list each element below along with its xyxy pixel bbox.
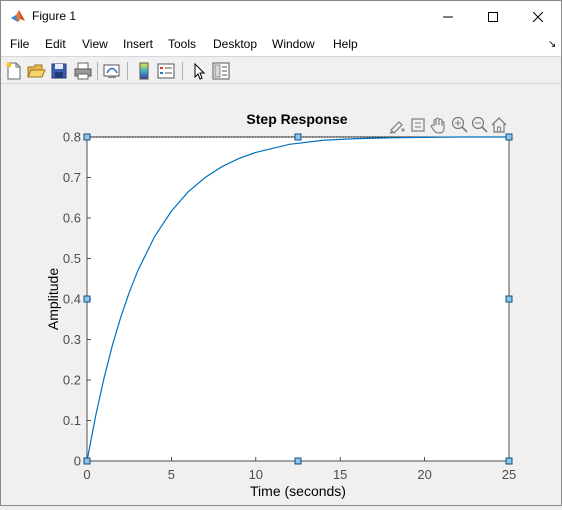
selection-handle[interactable] [83,457,91,465]
selection-handle[interactable] [294,133,302,141]
selection-handle[interactable] [505,457,513,465]
menu-file[interactable]: File [10,37,29,51]
axes-toolbar [389,116,507,134]
new-figure-icon[interactable] [4,61,24,81]
y-tick-label: 0.6 [63,211,81,226]
window-title: Figure 1 [32,9,77,23]
menu-help[interactable]: Help [333,37,358,51]
y-tick-label: 0.2 [63,373,81,388]
y-tick-label: 0 [74,454,81,469]
axes-box[interactable] [86,136,510,462]
datatip-icon[interactable] [411,118,425,132]
x-tick-label: 10 [249,467,263,482]
zoom-out-icon[interactable] [471,116,488,133]
figure-canvas: 0 5 10 15 20 25 0 0.1 0.2 0.3 0.4 0.5 0.6 0.7 0.8 Step… [1,85,561,505]
selection-handle[interactable] [83,295,91,303]
menu-tools[interactable]: Tools [168,37,196,51]
title-bar: Figure 1 [1,1,561,32]
toolbar-separator [97,62,98,80]
link-plot-icon[interactable] [102,61,122,81]
maximize-button[interactable] [470,1,516,32]
x-tick-label: 15 [333,467,347,482]
menu-edit[interactable]: Edit [45,37,66,51]
selection-handle[interactable] [505,133,513,141]
pan-icon[interactable] [430,117,445,134]
minimize-button[interactable] [425,1,471,32]
x-tick-label: 25 [502,467,516,482]
menu-view[interactable]: View [82,37,108,51]
zoom-in-icon[interactable] [451,116,468,133]
toolbar-separator [127,62,128,80]
selection-handle[interactable] [83,133,91,141]
edit-plot-icon[interactable] [189,61,209,81]
figure-toolbar [1,56,561,84]
close-icon [533,11,543,22]
dock-arrow-icon[interactable]: ↘ [548,39,556,50]
selection-handle[interactable] [505,295,513,303]
y-tick-label: 0.8 [63,130,81,145]
chart-title: Step Response [246,111,347,127]
menu-bar: File Edit View Insert Tools Desktop Wind… [1,32,561,56]
y-tick-label: 0.4 [63,292,81,307]
x-axis-label: Time (seconds) [250,483,346,499]
minimize-icon [443,16,453,17]
figure-window: Figure 1 File Edit View Insert Tools Des… [0,0,562,506]
insert-colorbar-icon[interactable] [134,61,154,81]
brush-icon[interactable] [389,121,405,134]
toolbar-separator [182,62,183,80]
save-icon[interactable] [49,61,69,81]
close-button[interactable] [515,1,561,32]
maximize-icon [488,11,498,22]
y-tick-label: 0.5 [63,251,81,266]
matlab-app-icon [11,10,25,22]
x-tick-label: 20 [417,467,431,482]
y-tick-label: 0.3 [63,332,81,347]
y-tick-label: 0.7 [63,170,81,185]
open-file-icon[interactable] [26,61,46,81]
property-inspector-icon[interactable] [211,61,231,81]
x-tick-label: 5 [168,467,175,482]
home-icon[interactable] [491,117,507,133]
y-tick-label: 0.1 [63,413,81,428]
x-tick-label: 0 [83,467,90,482]
insert-legend-icon[interactable] [156,61,176,81]
selection-handle[interactable] [294,457,302,465]
menu-desktop[interactable]: Desktop [213,37,257,51]
step-response-plot: 0 5 10 15 20 25 0 0.1 0.2 0.3 0.4 0.5 0.6 0.7 0.8 Step… [45,111,516,499]
print-icon[interactable] [73,61,93,81]
menu-window[interactable]: Window [272,37,315,51]
menu-insert[interactable]: Insert [123,37,153,51]
y-axis-label: Amplitude [45,268,61,330]
